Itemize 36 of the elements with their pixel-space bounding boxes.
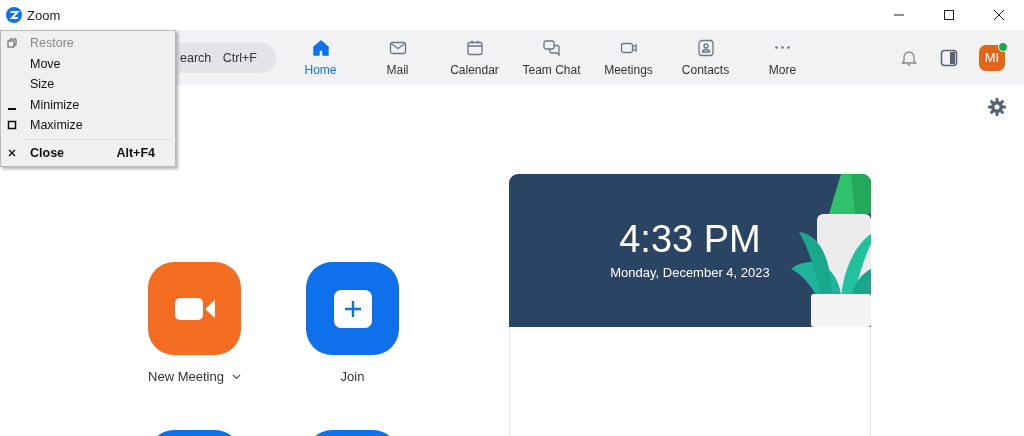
chat-bubbles-icon [541, 38, 562, 58]
nav-tab[interactable]: Calendar [436, 30, 513, 85]
nav-tab[interactable]: Meetings [590, 30, 667, 85]
clock-time: 4:33 PM [619, 217, 761, 261]
nav-tab[interactable]: Team Chat [513, 30, 590, 85]
tile-label: Join [340, 369, 365, 384]
nav-tab[interactable]: Home [282, 30, 359, 85]
plus-icon [333, 289, 372, 328]
contact-card-icon [695, 38, 716, 58]
close-icon [7, 147, 17, 158]
tile-label: New Meeting [148, 369, 224, 384]
menu-item[interactable]: Size [1, 74, 175, 95]
app-logo-icon [6, 7, 22, 23]
restore-icon [7, 38, 17, 49]
menu-item[interactable]: Move [1, 53, 175, 74]
side-panel-icon[interactable] [939, 47, 959, 68]
menu-item[interactable]: Close Alt+F4 [1, 142, 175, 163]
clock-date: Monday, December 4, 2023 [610, 264, 770, 280]
maximize-icon [944, 10, 954, 20]
minimize-icon [8, 107, 16, 110]
house-icon [310, 38, 331, 58]
nav-tab[interactable]: Contacts [667, 30, 744, 85]
maximize-icon [7, 120, 17, 131]
more-icon [775, 46, 790, 49]
menu-item[interactable]: Maximize [1, 115, 175, 136]
menu-item[interactable]: Minimize [1, 94, 175, 115]
search-button[interactable]: earch Ctrl+F [178, 42, 276, 73]
nav-tab[interactable]: Mail [359, 30, 436, 85]
tile-button[interactable] [148, 262, 241, 355]
settings-icon[interactable] [988, 98, 1006, 116]
window-title: Zoom [27, 7, 61, 23]
nav-tab[interactable]: More [744, 30, 821, 85]
calendar-icon [464, 38, 485, 58]
caret-icon[interactable] [231, 373, 241, 380]
tile-button[interactable] [306, 262, 399, 355]
close-icon [994, 10, 1004, 20]
